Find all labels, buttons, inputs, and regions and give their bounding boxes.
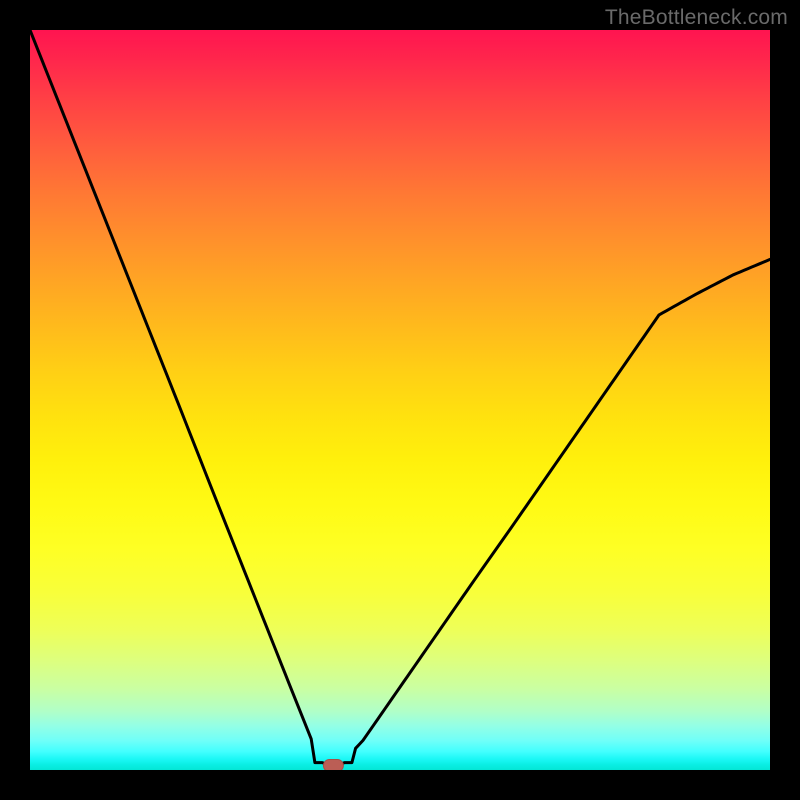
watermark-text: TheBottleneck.com — [605, 6, 788, 30]
curve-layer — [30, 30, 770, 770]
bottleneck-curve — [30, 30, 770, 764]
chart-frame: TheBottleneck.com — [0, 0, 800, 800]
plot-area — [30, 30, 770, 770]
optimal-point-marker — [323, 760, 343, 770]
